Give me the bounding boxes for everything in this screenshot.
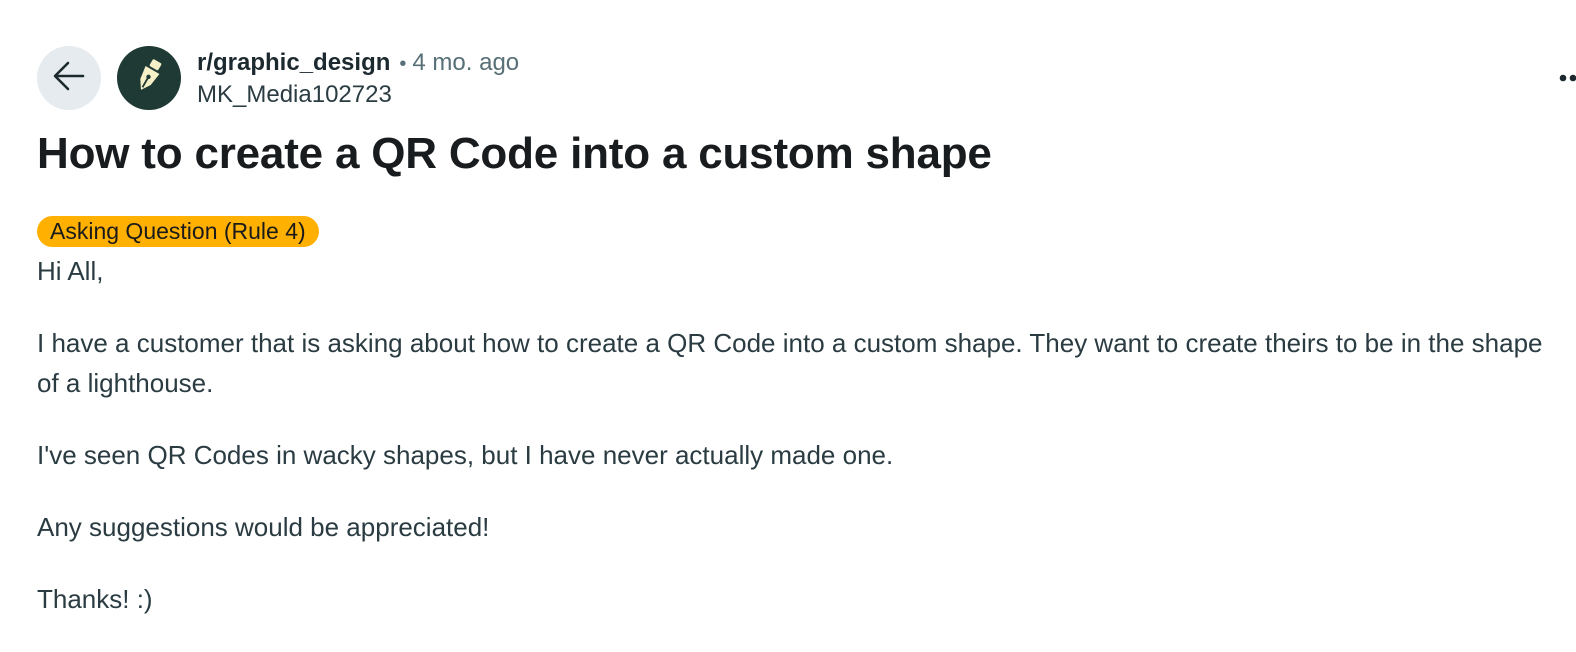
post-body: Hi All, I have a customer that is asking…	[37, 251, 1557, 619]
body-paragraph: Hi All,	[37, 256, 104, 286]
body-paragraph: Any suggestions would be appreciated!	[37, 512, 490, 542]
meta-top-row: r/graphic_design • 4 mo. ago	[197, 47, 519, 80]
more-options-button[interactable]	[1553, 62, 1576, 94]
arrow-left-icon	[52, 59, 86, 98]
body-paragraph: I have a customer that is asking about h…	[37, 328, 1543, 398]
post-header: r/graphic_design • 4 mo. ago MK_Media102…	[37, 46, 1576, 110]
body-paragraph: Thanks! :)	[37, 584, 153, 614]
pen-nib-icon	[129, 56, 169, 101]
author-link[interactable]: MK_Media102723	[197, 80, 519, 110]
post-timestamp: 4 mo. ago	[412, 48, 520, 76]
post-meta: r/graphic_design • 4 mo. ago MK_Media102…	[197, 46, 519, 110]
back-button[interactable]	[37, 46, 101, 110]
subreddit-link[interactable]: r/graphic_design	[197, 47, 390, 79]
meta-separator: •	[399, 52, 407, 75]
post-flair[interactable]: Asking Question (Rule 4)	[37, 216, 319, 247]
more-options-icon	[1559, 69, 1576, 87]
body-paragraph: I've seen QR Codes in wacky shapes, but …	[37, 440, 894, 470]
post-container: r/graphic_design • 4 mo. ago MK_Media102…	[37, 46, 1576, 651]
post-title: How to create a QR Code into a custom sh…	[37, 129, 992, 178]
subreddit-avatar[interactable]	[117, 46, 181, 110]
